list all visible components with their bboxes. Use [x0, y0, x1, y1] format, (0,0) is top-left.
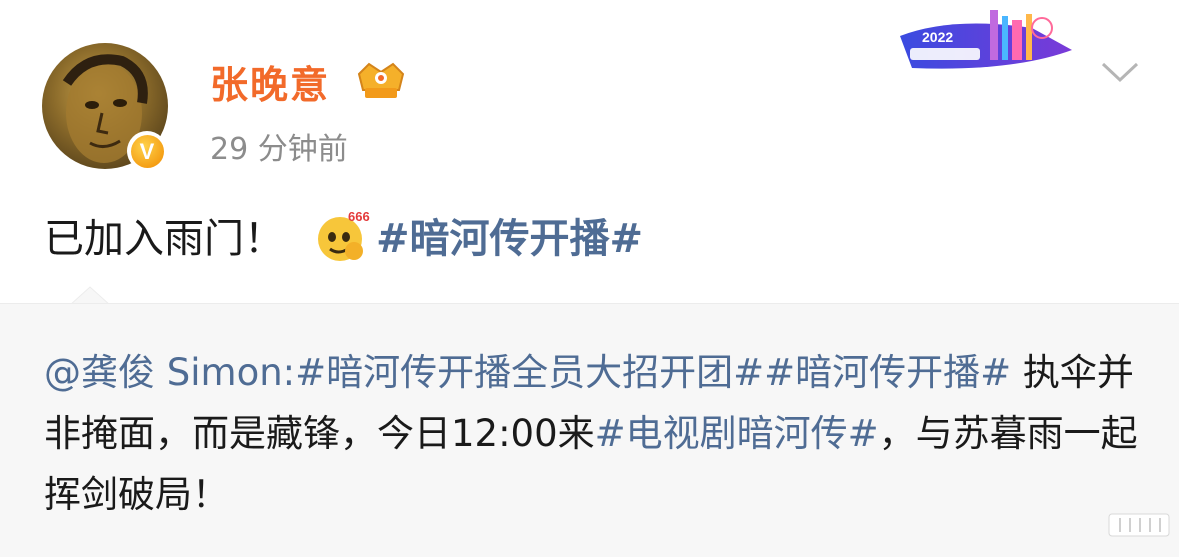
festival-badge-icon: 2022 [900, 10, 1072, 69]
vip-crown-icon [357, 62, 405, 98]
festival-badge-year: 2022 [922, 29, 953, 45]
666-emoji-icon: 666 [318, 209, 370, 261]
post-content: 已加入雨门！ 666 #暗河传开播# [44, 206, 643, 264]
repost-hashtag-3[interactable]: #电视剧暗河传# [595, 412, 879, 455]
repost-text: @龚俊 Simon:#暗河传开播全员大招开团##暗河传开播# 执伞并非掩面，而是… [44, 342, 1144, 525]
hashtag-link[interactable]: #暗河传开播# [376, 206, 643, 264]
emoji-label: 666 [348, 209, 370, 224]
post-text: 已加入雨门！ [44, 216, 284, 262]
verified-badge-icon: V [127, 131, 167, 171]
repost-author-mention[interactable]: @龚俊 Simon: [44, 351, 295, 394]
post-timestamp: 29 分钟前 [210, 132, 348, 167]
chevron-down-icon[interactable] [1100, 56, 1140, 86]
repost-pointer [70, 286, 110, 305]
repost-hashtag-1[interactable]: #暗河传开播全员大招开团# [295, 351, 764, 394]
author-name[interactable]: 张晚意 [210, 54, 330, 109]
repost-hashtag-2[interactable]: #暗河传开播# [764, 351, 1011, 394]
image-thumbnails-icon[interactable] [1108, 510, 1170, 540]
